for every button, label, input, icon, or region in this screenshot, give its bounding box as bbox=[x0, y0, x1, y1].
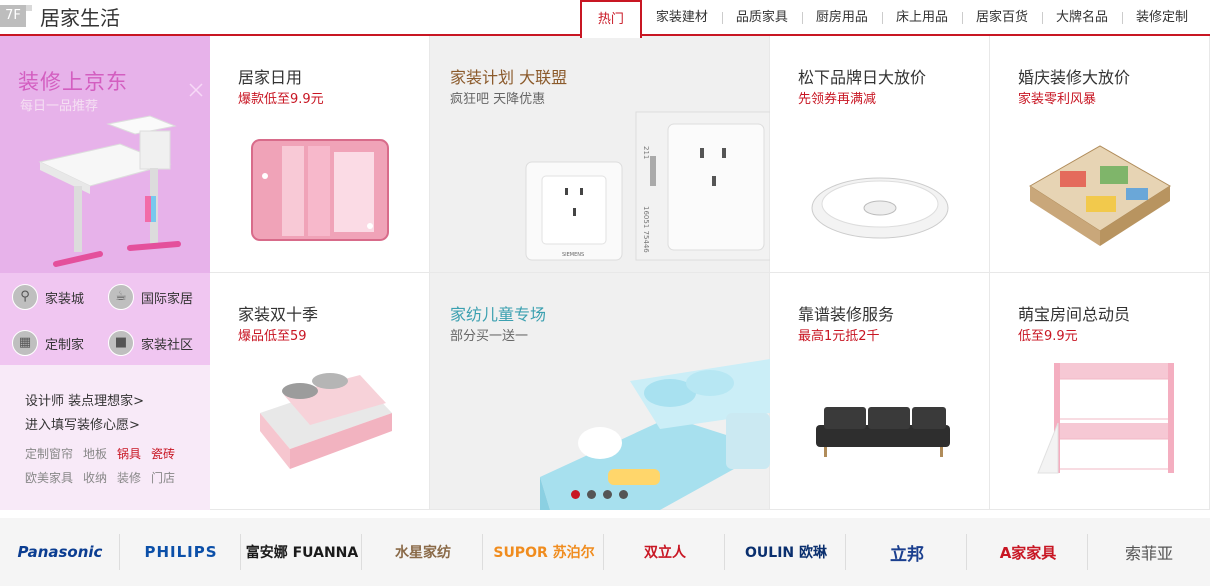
promo-tile-wedding[interactable]: 婚庆装修大放价 家装零利风暴 bbox=[990, 36, 1210, 273]
promo-tile-renovation-plan[interactable]: 家装计划 大联盟 疯狂吧 天降优惠 SIEMENS 211 16051 7544… bbox=[430, 36, 770, 273]
tab-hot[interactable]: 热门 bbox=[579, 0, 642, 38]
carousel-dot[interactable] bbox=[571, 490, 580, 499]
category-intl-home[interactable]: ☕ 国际家居 bbox=[108, 284, 193, 310]
category-custom-home[interactable]: ▦ 定制家 bbox=[12, 330, 84, 356]
tab-renovation[interactable]: 装修定制 bbox=[1121, 0, 1202, 36]
promo-tile-baby-room[interactable]: 萌宝房间总动员 低至9.9元 bbox=[990, 273, 1210, 510]
tab-building[interactable]: 家装建材 bbox=[642, 0, 722, 36]
keyword-link[interactable]: 欧美家具 bbox=[25, 469, 73, 486]
wish-link[interactable]: 进入填写装修心愿> bbox=[25, 414, 140, 433]
brand-a-home[interactable]: A家家具 bbox=[968, 518, 1088, 586]
brand-mercury[interactable]: 水星家纺 bbox=[363, 518, 483, 586]
keyword-link[interactable]: 门店 bbox=[151, 469, 175, 486]
category-home-mall[interactable]: ⚲ 家装城 bbox=[12, 284, 84, 310]
brand-zwilling[interactable]: 双立人 bbox=[605, 518, 725, 586]
brand-panasonic[interactable]: Panasonic bbox=[0, 518, 120, 586]
floor-tabs: 热门 家装建材 品质家具 厨房用品 床上用品 居家百货 大牌名品 装修定制 bbox=[579, 0, 1202, 38]
keyword-link[interactable]: 装修 bbox=[117, 469, 141, 486]
promo-tile-kids-bedding[interactable]: 家纺儿童专场 部分买一送一 bbox=[430, 273, 770, 510]
ceiling-lamp-image bbox=[811, 177, 949, 239]
floor-header: 7F 居家生活 热门 家装建材 品质家具 厨房用品 床上用品 居家百货 大牌名品… bbox=[0, 0, 1210, 38]
floor-badge: 7F bbox=[0, 5, 32, 27]
promo-tile-daily[interactable]: 居家日用 爆款低至9.9元 bbox=[210, 36, 430, 273]
category-community[interactable]: ■ 家装社区 bbox=[108, 330, 193, 356]
carousel-dot[interactable] bbox=[603, 490, 612, 499]
promo-tile-panasonic[interactable]: 松下品牌日大放价 先领券再满减 bbox=[770, 36, 990, 273]
carousel-dot[interactable] bbox=[619, 490, 628, 499]
tab-household[interactable]: 居家百货 bbox=[961, 0, 1042, 36]
promo-tile-double-ten[interactable]: 家装双十季 爆品低至59 bbox=[210, 273, 430, 510]
socket-code: 16051 75446 bbox=[642, 206, 650, 253]
category-label: 家装城 bbox=[45, 291, 85, 307]
brand-philips[interactable]: PHILIPS bbox=[121, 518, 241, 586]
category-shortcuts: ⚲ 家装城 ☕ 国际家居 ▦ 定制家 ■ 家装社区 bbox=[0, 273, 210, 365]
category-label: 国际家居 bbox=[141, 291, 194, 307]
carousel-dots bbox=[571, 490, 635, 499]
tab-furniture[interactable]: 品质家具 bbox=[721, 0, 802, 36]
brand-sogal[interactable]: 索菲亚 bbox=[1089, 518, 1209, 586]
keyword-link[interactable]: 定制窗帘 bbox=[25, 445, 73, 462]
brand-nippon[interactable]: 立邦 bbox=[847, 518, 967, 586]
kids-bed-image bbox=[540, 359, 770, 510]
category-label: 定制家 bbox=[45, 337, 85, 353]
desk-image bbox=[38, 83, 203, 267]
sofa-image bbox=[816, 407, 950, 457]
keyword-row: 欧美家具 收纳 装修 门店 bbox=[25, 469, 185, 486]
sofa-icon: ■ bbox=[108, 330, 134, 356]
promo-banner[interactable]: 装修上京东 每日一品推荐 bbox=[0, 36, 210, 273]
tab-bedding[interactable]: 床上用品 bbox=[881, 0, 962, 36]
socket-code: 211 bbox=[642, 146, 650, 159]
floor-title: 居家生活 bbox=[40, 6, 120, 30]
keyword-link[interactable]: 收纳 bbox=[83, 469, 107, 486]
keyword-link-hot[interactable]: 锅具 bbox=[117, 445, 141, 462]
brand-supor[interactable]: SUPOR 苏泊尔 bbox=[484, 518, 604, 586]
home-mall-icon: ⚲ bbox=[12, 284, 38, 310]
socket-brand: SIEMENS bbox=[562, 252, 584, 258]
teacup-icon: ☕ bbox=[108, 284, 134, 310]
carousel-dot[interactable] bbox=[587, 490, 596, 499]
brand-oulin[interactable]: OULIN 欧琳 bbox=[726, 518, 846, 586]
tab-kitchen[interactable]: 厨房用品 bbox=[801, 0, 882, 36]
brand-fuanna[interactable]: 富安娜 FUANNA bbox=[242, 518, 362, 586]
tab-brands[interactable]: 大牌名品 bbox=[1041, 0, 1122, 36]
keyword-link-hot[interactable]: 瓷砖 bbox=[151, 445, 175, 462]
bunk-bed-image bbox=[1037, 363, 1174, 474]
quick-links: 设计师 装点理想家> 进入填写装修心愿> 定制窗帘 地板 锅具 瓷砖 欧美家具 … bbox=[0, 365, 210, 510]
socket-image: SIEMENS 211 16051 75446 bbox=[525, 111, 770, 261]
keyword-link[interactable]: 地板 bbox=[83, 445, 107, 462]
floor-7f: 7F 居家生活 热门 家装建材 品质家具 厨房用品 床上用品 居家百货 大牌名品… bbox=[0, 0, 1210, 586]
storage-bag-image bbox=[251, 139, 389, 241]
category-label: 家装社区 bbox=[141, 337, 194, 353]
designer-link[interactable]: 设计师 装点理想家> bbox=[25, 390, 144, 409]
cabinet-icon: ▦ bbox=[12, 330, 38, 356]
bedding-set-image bbox=[260, 373, 392, 469]
brand-strip: Panasonic PHILIPS 富安娜 FUANNA 水星家纺 SUPOR … bbox=[0, 518, 1210, 586]
floorplan-3d-image bbox=[1029, 145, 1171, 246]
keyword-row: 定制窗帘 地板 锅具 瓷砖 bbox=[25, 445, 185, 462]
promo-tile-renovation-service[interactable]: 靠谱装修服务 最高1元抵2千 bbox=[770, 273, 990, 510]
